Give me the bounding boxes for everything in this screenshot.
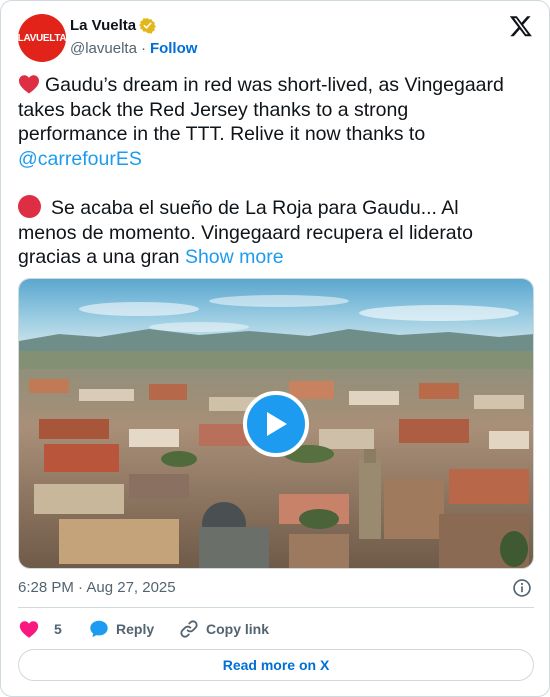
link-icon — [180, 620, 198, 638]
english-text: Gaudu’s dream in red was short-lived, as… — [18, 74, 504, 145]
separator: · — [140, 40, 146, 57]
english-paragraph: Gaudu’s dream in red was short-lived, as… — [18, 73, 518, 171]
follow-button[interactable]: Follow — [150, 40, 198, 57]
author-name-row: La Vuelta — [70, 17, 156, 34]
avatar[interactable]: LAVUELTA — [18, 14, 66, 62]
mention-link[interactable]: @carrefourES — [18, 148, 142, 170]
reply-button[interactable]: Reply — [88, 618, 178, 640]
read-more-label: Read more on X — [222, 657, 330, 673]
x-logo-icon[interactable] — [509, 14, 533, 38]
reply-bubble-icon — [90, 620, 108, 638]
play-icon — [267, 412, 287, 436]
handle-row: @lavuelta · Follow — [70, 40, 197, 57]
heart-icon — [19, 621, 39, 638]
red-circle-icon — [18, 195, 41, 218]
divider — [18, 607, 534, 608]
verified-badge-icon — [139, 18, 156, 34]
video-media[interactable] — [18, 278, 534, 569]
tweet-card: LAVUELTA La Vuelta @lavuelta · Follow Ga… — [0, 0, 550, 697]
spanish-paragraph: Se acaba el sueño de La Roja para Gaudu.… — [18, 195, 518, 270]
copy-link-label: Copy link — [206, 621, 270, 637]
like-count: 5 — [54, 621, 62, 637]
author-handle[interactable]: @lavuelta — [70, 40, 137, 57]
timestamp[interactable]: 6:28 PM · Aug 27, 2025 — [18, 579, 176, 596]
play-button[interactable] — [243, 391, 309, 457]
tweet-text: Gaudu’s dream in red was short-lived, as… — [18, 73, 518, 270]
reply-label: Reply — [116, 621, 155, 637]
red-heart-icon — [19, 75, 39, 94]
avatar-logo-text: LAVUELTA — [18, 32, 66, 44]
action-bar: 5 Reply Copy link — [18, 618, 269, 640]
author-name[interactable]: La Vuelta — [70, 17, 136, 34]
show-more-link[interactable]: Show more — [185, 246, 284, 268]
info-icon[interactable] — [512, 578, 532, 598]
copy-link-button[interactable]: Copy link — [178, 618, 269, 640]
read-more-button[interactable]: Read more on X — [18, 649, 534, 681]
